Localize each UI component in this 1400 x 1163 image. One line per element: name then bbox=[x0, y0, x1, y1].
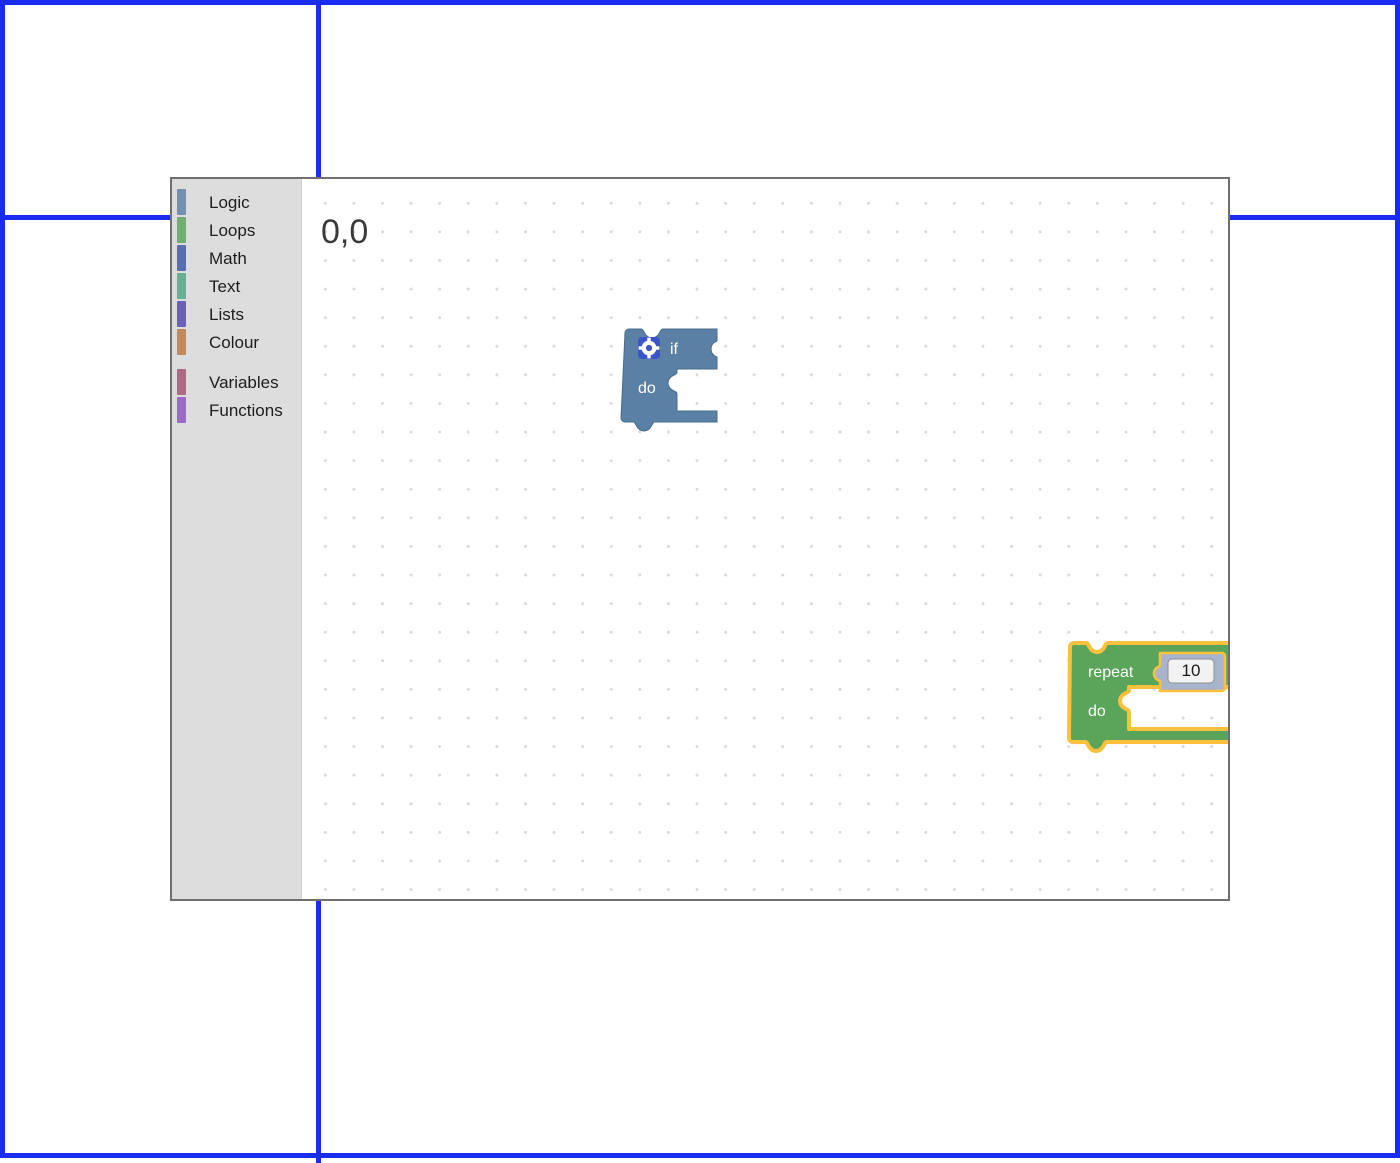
toolbox-category-label: Variables bbox=[209, 372, 279, 392]
repeat-count-field[interactable]: 10 bbox=[1182, 661, 1201, 680]
category-colour-chip bbox=[177, 217, 186, 243]
toolbox-category-label: Lists bbox=[209, 304, 244, 324]
category-colour-chip bbox=[177, 301, 186, 327]
block-controls-repeat[interactable]: 10 repeat times do bbox=[1067, 641, 1228, 753]
toolbox-category-label: Text bbox=[209, 276, 241, 296]
repeat-count-value-input[interactable]: 10 bbox=[1152, 651, 1227, 693]
workspace-canvas[interactable]: 0,0 if do 10 repeat do bbox=[303, 179, 1228, 899]
toolbox-category-label: Loops bbox=[209, 220, 256, 240]
toolbox-category-functions[interactable]: Functions bbox=[172, 396, 301, 424]
category-colour-chip bbox=[177, 245, 186, 271]
toolbox-category-text[interactable]: Text bbox=[172, 272, 301, 300]
category-colour-chip bbox=[177, 189, 186, 215]
toolbox-category-label: Functions bbox=[209, 400, 283, 420]
blockly-workspace-container[interactable]: Logic Loops Math Text Lists Colour Varia… bbox=[170, 177, 1230, 901]
if-block-body-label: do bbox=[638, 380, 656, 397]
toolbox[interactable]: Logic Loops Math Text Lists Colour Varia… bbox=[172, 179, 302, 899]
category-colour-chip bbox=[177, 329, 186, 355]
page-frame: Logic Loops Math Text Lists Colour Varia… bbox=[0, 0, 1400, 1163]
repeat-block-prefix-label: repeat bbox=[1088, 664, 1134, 681]
toolbox-category-label: Colour bbox=[209, 332, 260, 352]
toolbox-category-loops[interactable]: Loops bbox=[172, 216, 301, 244]
toolbox-category-label: Logic bbox=[209, 192, 250, 212]
block-controls-if[interactable]: if do bbox=[620, 328, 735, 432]
toolbox-category-variables[interactable]: Variables bbox=[172, 368, 301, 396]
gear-icon[interactable] bbox=[638, 337, 660, 359]
repeat-block-body-label: do bbox=[1088, 703, 1106, 720]
category-colour-chip bbox=[177, 273, 186, 299]
toolbox-category-label: Math bbox=[209, 248, 247, 268]
if-block-body[interactable] bbox=[620, 328, 718, 432]
if-block-statement-label: if bbox=[670, 341, 679, 358]
origin-coordinate-label: 0,0 bbox=[321, 213, 369, 251]
toolbox-category-math[interactable]: Math bbox=[172, 244, 301, 272]
toolbox-separator bbox=[172, 356, 301, 368]
category-colour-chip bbox=[177, 397, 186, 423]
category-colour-chip bbox=[177, 369, 186, 395]
toolbox-category-colour[interactable]: Colour bbox=[172, 328, 301, 356]
toolbox-category-logic[interactable]: Logic bbox=[172, 188, 301, 216]
toolbox-category-lists[interactable]: Lists bbox=[172, 300, 301, 328]
